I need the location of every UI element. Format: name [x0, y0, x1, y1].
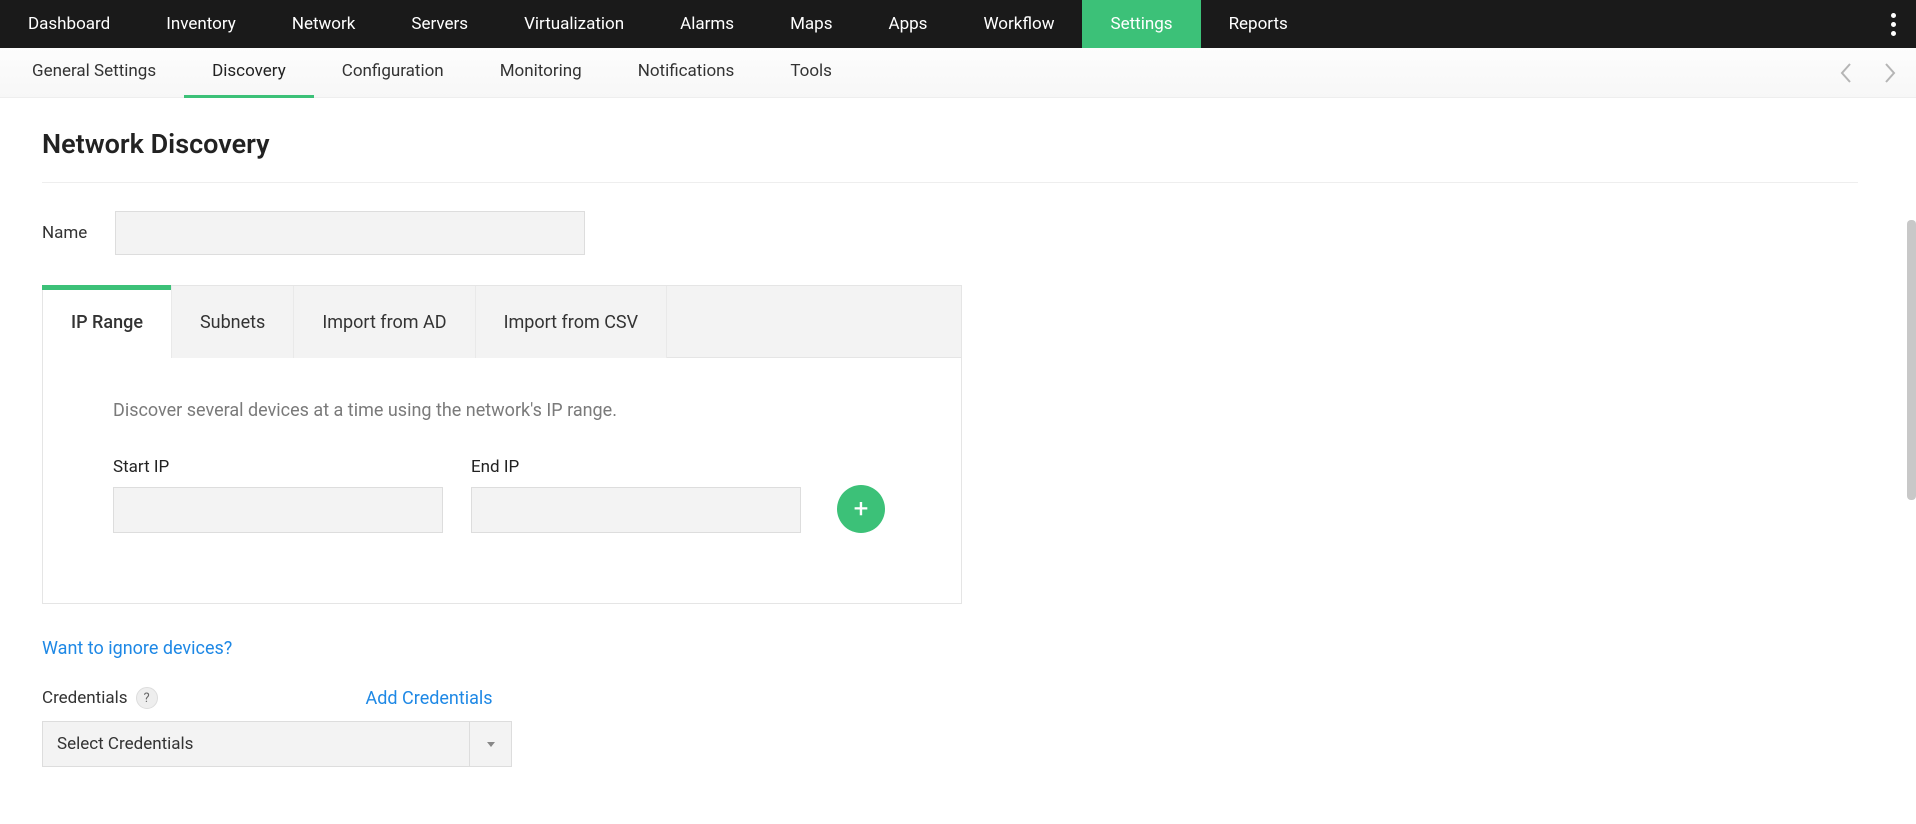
divider	[42, 182, 1858, 183]
tab-body-ip-range: Discover several devices at a time using…	[43, 358, 961, 603]
tabs-filler	[667, 286, 961, 357]
nav-alarms[interactable]: Alarms	[652, 0, 762, 48]
top-nav: Dashboard Inventory Network Servers Virt…	[0, 0, 1916, 48]
start-ip-label: Start IP	[113, 457, 443, 477]
add-credentials-link[interactable]: Add Credentials	[366, 688, 493, 709]
subnav-general-settings[interactable]: General Settings	[4, 48, 184, 98]
subnav-tools[interactable]: Tools	[762, 48, 860, 98]
caret-down-icon	[485, 738, 497, 750]
nav-virtualization[interactable]: Virtualization	[496, 0, 652, 48]
help-icon: ?	[143, 691, 149, 706]
more-vertical-icon	[1891, 13, 1896, 36]
nav-workflow[interactable]: Workflow	[955, 0, 1082, 48]
ip-range-helper-text: Discover several devices at a time using…	[113, 400, 891, 421]
tabs-header: IP Range Subnets Import from AD Import f…	[43, 286, 961, 358]
nav-more-button[interactable]	[1883, 0, 1904, 48]
nav-settings[interactable]: Settings	[1082, 0, 1200, 48]
credentials-label: Credentials	[42, 688, 128, 708]
discovery-method-tabs: IP Range Subnets Import from AD Import f…	[42, 285, 962, 604]
ip-row: Start IP End IP +	[113, 457, 891, 533]
page-title: Network Discovery	[42, 128, 1858, 160]
nav-maps[interactable]: Maps	[762, 0, 860, 48]
nav-servers[interactable]: Servers	[383, 0, 496, 48]
credentials-select-value: Select Credentials	[43, 734, 193, 754]
tab-import-ad[interactable]: Import from AD	[294, 286, 475, 358]
subnav-configuration[interactable]: Configuration	[314, 48, 472, 98]
plus-icon: +	[854, 494, 869, 524]
name-input[interactable]	[115, 211, 585, 255]
subnav-next-button[interactable]	[1882, 62, 1898, 84]
subnav-prev-button[interactable]	[1838, 62, 1854, 84]
end-ip-input[interactable]	[471, 487, 801, 533]
sub-nav: General Settings Discovery Configuration…	[0, 48, 1916, 98]
subnav-notifications[interactable]: Notifications	[610, 48, 763, 98]
credentials-row: Credentials ? Add Credentials	[42, 687, 1858, 709]
chevron-right-icon	[1882, 62, 1898, 84]
name-row: Name	[42, 211, 1858, 255]
scrollbar-thumb[interactable]	[1907, 220, 1916, 500]
name-label: Name	[42, 223, 87, 243]
nav-apps[interactable]: Apps	[860, 0, 955, 48]
end-ip-label: End IP	[471, 457, 801, 477]
add-ip-range-button[interactable]: +	[837, 485, 885, 533]
subnav-discovery[interactable]: Discovery	[184, 48, 314, 98]
nav-network[interactable]: Network	[264, 0, 384, 48]
nav-reports[interactable]: Reports	[1201, 0, 1316, 48]
start-ip-input[interactable]	[113, 487, 443, 533]
tab-subnets[interactable]: Subnets	[172, 286, 294, 358]
credentials-help-button[interactable]: ?	[136, 687, 158, 709]
credentials-select-caret	[469, 722, 511, 766]
tab-ip-range[interactable]: IP Range	[43, 286, 172, 358]
ignore-devices-link[interactable]: Want to ignore devices?	[42, 638, 232, 659]
page-content: Network Discovery Name IP Range Subnets …	[0, 98, 1900, 797]
tab-import-csv[interactable]: Import from CSV	[476, 286, 668, 358]
credentials-select[interactable]: Select Credentials	[42, 721, 512, 767]
nav-inventory[interactable]: Inventory	[138, 0, 264, 48]
nav-dashboard[interactable]: Dashboard	[0, 0, 138, 48]
chevron-left-icon	[1838, 62, 1854, 84]
subnav-monitoring[interactable]: Monitoring	[472, 48, 610, 98]
